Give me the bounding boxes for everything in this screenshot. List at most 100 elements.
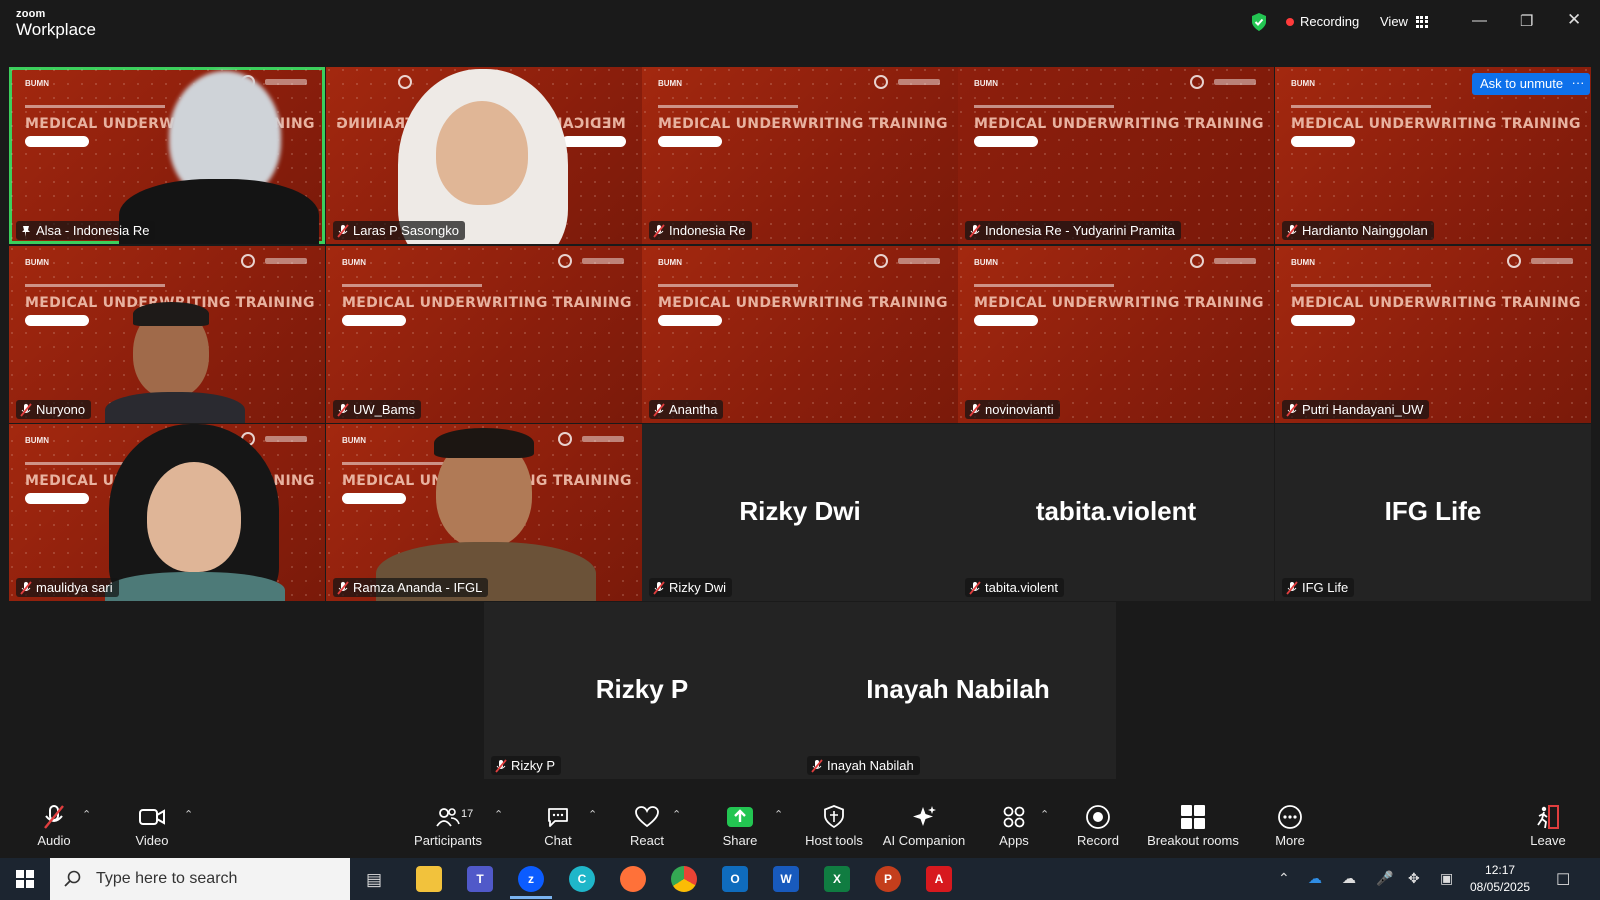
- record-icon: [1086, 805, 1110, 829]
- participants-options-chevron-icon[interactable]: ⌃: [494, 808, 503, 821]
- share-button[interactable]: Share: [720, 804, 760, 848]
- participants-count: 17: [461, 808, 474, 820]
- chrome-icon[interactable]: [671, 866, 697, 892]
- tile-more-options-button[interactable]: ···: [1566, 73, 1590, 95]
- audio-button[interactable]: Audio: [34, 804, 74, 848]
- taskbar-clock[interactable]: 12:17 08/05/2025: [1470, 862, 1530, 896]
- minimize-icon[interactable]: —: [1472, 12, 1487, 29]
- more-button[interactable]: More: [1270, 804, 1310, 848]
- teams-icon[interactable]: T: [467, 866, 493, 892]
- ai-companion-button[interactable]: AI Companion: [882, 804, 966, 848]
- video-tile[interactable]: BUMN MEDICAL UNDERWRITING TRAINING Anant…: [642, 246, 958, 423]
- video-tile[interactable]: Rizky P Rizky P: [484, 602, 800, 779]
- video-tile[interactable]: tabita.violent tabita.violent: [958, 424, 1274, 601]
- participant-name-tag: Alsa - Indonesia Re: [16, 221, 156, 240]
- video-tile[interactable]: Rizky Dwi Rizky Dwi: [642, 424, 958, 601]
- excel-icon[interactable]: X: [824, 866, 850, 892]
- encryption-shield-icon[interactable]: [1250, 12, 1268, 32]
- video-tile[interactable]: BUMN MEDICAL UNDERWRITING TRAINING Alsa …: [9, 67, 325, 244]
- canva-icon[interactable]: C: [569, 866, 595, 892]
- video-tile[interactable]: IFG Life IFG Life: [1275, 424, 1591, 601]
- host-tools-button[interactable]: Host tools: [800, 804, 868, 848]
- video-tile[interactable]: BUMN MEDICAL UNDERWRITING TRAINING Indon…: [642, 67, 958, 244]
- ask-to-unmute-button[interactable]: Ask to unmute: [1472, 73, 1572, 95]
- restore-icon[interactable]: ❐: [1520, 12, 1533, 30]
- cloud-icon[interactable]: ☁: [1342, 870, 1356, 887]
- wifi-icon[interactable]: ✥: [1408, 870, 1420, 887]
- muted-mic-icon: [653, 402, 665, 417]
- participant-name: Anantha: [669, 402, 718, 417]
- record-button[interactable]: Record: [1076, 804, 1120, 848]
- close-icon[interactable]: ✕: [1567, 10, 1581, 30]
- show-hidden-icons-icon[interactable]: ⌃: [1278, 870, 1290, 887]
- word-icon[interactable]: W: [773, 866, 799, 892]
- react-options-chevron-icon[interactable]: ⌃: [672, 808, 681, 821]
- participant-name-tag: UW_Bams: [333, 400, 422, 419]
- participant-name-tag: Indonesia Re - Yudyarini Pramita: [965, 221, 1181, 240]
- participants-button[interactable]: Participants 17: [408, 804, 488, 848]
- apps-icon: [1003, 806, 1025, 828]
- react-button[interactable]: React: [627, 804, 667, 848]
- participant-name-tag: tabita.violent: [965, 578, 1064, 597]
- participant-name: Ramza Ananda - IFGL: [353, 580, 483, 595]
- participant-name-tag: maulidya sari: [16, 578, 119, 597]
- slide-title: MEDICAL UNDERWRITING TRAINING: [1291, 295, 1581, 311]
- video-tile[interactable]: BUMN MEDICAL UNDERWRITING TRAINING Putri…: [1275, 246, 1591, 423]
- participant-name: IFG Life: [1302, 580, 1349, 595]
- task-view-icon[interactable]: ▤: [366, 870, 382, 890]
- participant-name: Rizky P: [511, 758, 556, 773]
- muted-mic-icon: [337, 580, 349, 595]
- recording-indicator[interactable]: Recording: [1286, 14, 1359, 29]
- muted-mic-icon: [1286, 580, 1298, 595]
- participant-name: Indonesia Re: [669, 223, 746, 238]
- video-tile[interactable]: BUMN MEDICAL UNDERWRITING TRAINING UW_Ba…: [326, 246, 642, 423]
- video-tile[interactable]: MEDICAL UNDERWRITING TRAINING Laras P Sa…: [326, 67, 642, 244]
- video-tile[interactable]: BUMN MEDICAL UNDERWRITING TRAINING Indon…: [958, 67, 1274, 244]
- participant-display-name: Inayah Nabilah: [866, 674, 1050, 704]
- chat-button[interactable]: Chat: [538, 804, 578, 848]
- slide-title: MEDICAL UNDERWRITING TRAINING: [342, 295, 632, 311]
- title-bar: zoom Workplace Recording View — ❐ ✕: [0, 0, 1600, 46]
- microphone-icon[interactable]: 🎤: [1376, 870, 1393, 887]
- audio-options-chevron-icon[interactable]: ⌃: [82, 808, 91, 821]
- video-tile[interactable]: Inayah Nabilah Inayah Nabilah: [800, 602, 1116, 779]
- notifications-icon[interactable]: ☐: [1556, 870, 1570, 890]
- video-button[interactable]: Video: [132, 804, 172, 848]
- video-options-chevron-icon[interactable]: ⌃: [184, 808, 193, 821]
- onedrive-icon[interactable]: ☁: [1308, 870, 1322, 887]
- muted-mic-icon: [969, 402, 981, 417]
- video-tile[interactable]: BUMN MEDICAL UNDERWRITING TRAINING mauli…: [9, 424, 325, 601]
- logo-top: zoom: [16, 8, 46, 20]
- powerpoint-icon[interactable]: P: [875, 866, 901, 892]
- slide-brand: BUMN: [25, 258, 49, 267]
- video-gallery: BUMN MEDICAL UNDERWRITING TRAINING Alsa …: [0, 46, 1600, 796]
- apps-options-chevron-icon[interactable]: ⌃: [1040, 808, 1049, 821]
- muted-mic-icon: [811, 758, 823, 773]
- chat-options-chevron-icon[interactable]: ⌃: [588, 808, 597, 821]
- participant-name: Hardianto Nainggolan: [1302, 223, 1428, 238]
- muted-mic-icon: [1286, 223, 1298, 238]
- acrobat-icon[interactable]: A: [926, 866, 952, 892]
- zoom-logo: zoom Workplace: [16, 8, 96, 39]
- participant-name-tag: Ramza Ananda - IFGL: [333, 578, 489, 597]
- slide-title: MEDICAL UNDERWRITING TRAINING: [974, 116, 1264, 132]
- view-button[interactable]: View: [1380, 14, 1428, 29]
- taskbar-search-input[interactable]: Type here to search: [50, 858, 350, 900]
- outlook-icon[interactable]: O: [722, 866, 748, 892]
- participant-name: UW_Bams: [353, 402, 416, 417]
- display-icon[interactable]: ▣: [1440, 870, 1453, 887]
- windows-start-icon[interactable]: [16, 870, 34, 888]
- slide-title: MEDICAL UNDERWRITING TRAINING: [974, 295, 1264, 311]
- video-tile[interactable]: BUMN MEDICAL UNDERWRITING TRAINING Nuryo…: [9, 246, 325, 423]
- video-tile[interactable]: BUMN MEDICAL UNDERWRITING TRAINING Ramza…: [326, 424, 642, 601]
- apps-button[interactable]: Apps: [994, 804, 1034, 848]
- video-tile[interactable]: BUMN MEDICAL UNDERWRITING TRAINING novin…: [958, 246, 1274, 423]
- zoom-app-icon[interactable]: z: [510, 866, 552, 899]
- share-options-chevron-icon[interactable]: ⌃: [774, 808, 783, 821]
- muted-mic-icon: [337, 402, 349, 417]
- file-explorer-icon[interactable]: [416, 866, 442, 892]
- breakout-rooms-button[interactable]: Breakout rooms: [1146, 804, 1240, 848]
- firefox-icon[interactable]: [620, 866, 646, 892]
- leave-button[interactable]: Leave: [1528, 804, 1568, 848]
- participant-name-tag: IFG Life: [1282, 578, 1355, 597]
